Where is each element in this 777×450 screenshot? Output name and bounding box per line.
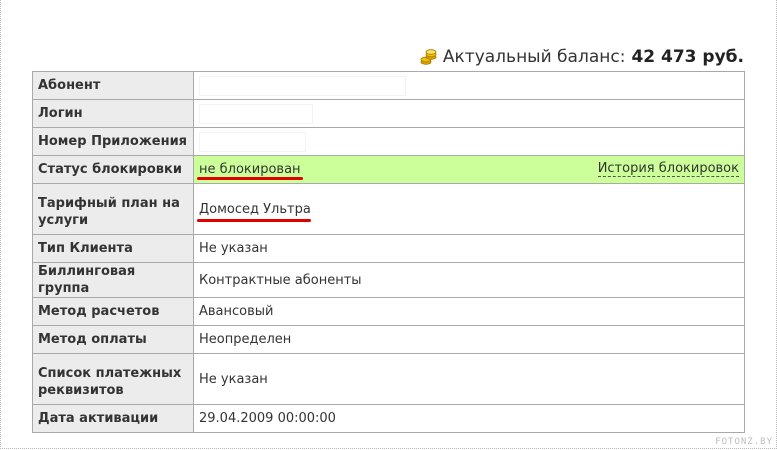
red-annotation-underline	[197, 218, 311, 222]
watermark: FOTONZ.BY	[715, 437, 773, 447]
redacted-field	[199, 103, 313, 124]
row-label: Абонент	[32, 71, 194, 100]
balance-amount: 42 473 руб.	[631, 47, 744, 67]
row-subscriber: Абонент	[32, 71, 745, 100]
row-payment-details: Список платежных реквизитов Не указан	[32, 353, 745, 405]
row-payment-method: Метод оплаты Неопределен	[32, 325, 745, 354]
red-annotation-underline	[197, 177, 303, 180]
row-label: Статус блокировки	[32, 155, 194, 184]
payment-method-value: Неопределен	[193, 325, 745, 354]
activation-date-value: 29.04.2009 00:00:00	[193, 404, 745, 433]
coins-icon	[420, 48, 437, 65]
row-label: Биллинговая группа	[32, 262, 194, 298]
block-status-value: не блокирован История блокировок	[193, 155, 745, 184]
application-number-value	[193, 127, 745, 156]
row-tariff-plan: Тарифный план на услуги Домосед Ультра	[32, 183, 745, 235]
row-label: Логин	[32, 99, 194, 128]
row-label: Метод расчетов	[32, 297, 194, 326]
billing-group-value: Контрактные абоненты	[193, 262, 745, 298]
redacted-field	[199, 131, 306, 152]
row-label: Список платежных реквизитов	[32, 353, 194, 405]
login-value	[193, 99, 745, 128]
payment-details-value: Не указан	[193, 353, 745, 405]
balance-label: Актуальный баланс:	[442, 47, 626, 67]
subscriber-value	[193, 71, 745, 100]
row-settlement-method: Метод расчетов Авансовый	[32, 297, 745, 326]
client-type-value: Не указан	[193, 234, 745, 263]
row-client-type: Тип Клиента Не указан	[32, 234, 745, 263]
row-activation-date: Дата активации 29.04.2009 00:00:00	[32, 404, 745, 433]
block-history-link[interactable]: История блокировок	[597, 162, 739, 177]
row-label: Тарифный план на услуги	[32, 183, 194, 235]
row-label: Дата активации	[32, 404, 194, 433]
subscriber-info-table: Абонент Логин Номер Приложения Статус бл…	[32, 71, 745, 433]
row-label: Тип Клиента	[32, 234, 194, 263]
row-block-status: Статус блокировки не блокирован История …	[32, 155, 745, 184]
tariff-plan-value: Домосед Ультра	[193, 183, 745, 235]
settlement-method-value: Авансовый	[193, 297, 745, 326]
row-login: Логин	[32, 99, 745, 128]
tariff-plan-text: Домосед Ультра	[197, 202, 311, 222]
redacted-field	[199, 75, 406, 96]
row-label: Номер Приложения	[32, 127, 194, 156]
status-text: не блокирован	[197, 162, 303, 180]
row-billing-group: Биллинговая группа Контрактные абоненты	[32, 262, 745, 298]
balance-display: Актуальный баланс: 42 473 руб.	[420, 47, 744, 67]
row-application-number: Номер Приложения	[32, 127, 745, 156]
row-label: Метод оплаты	[32, 325, 194, 354]
